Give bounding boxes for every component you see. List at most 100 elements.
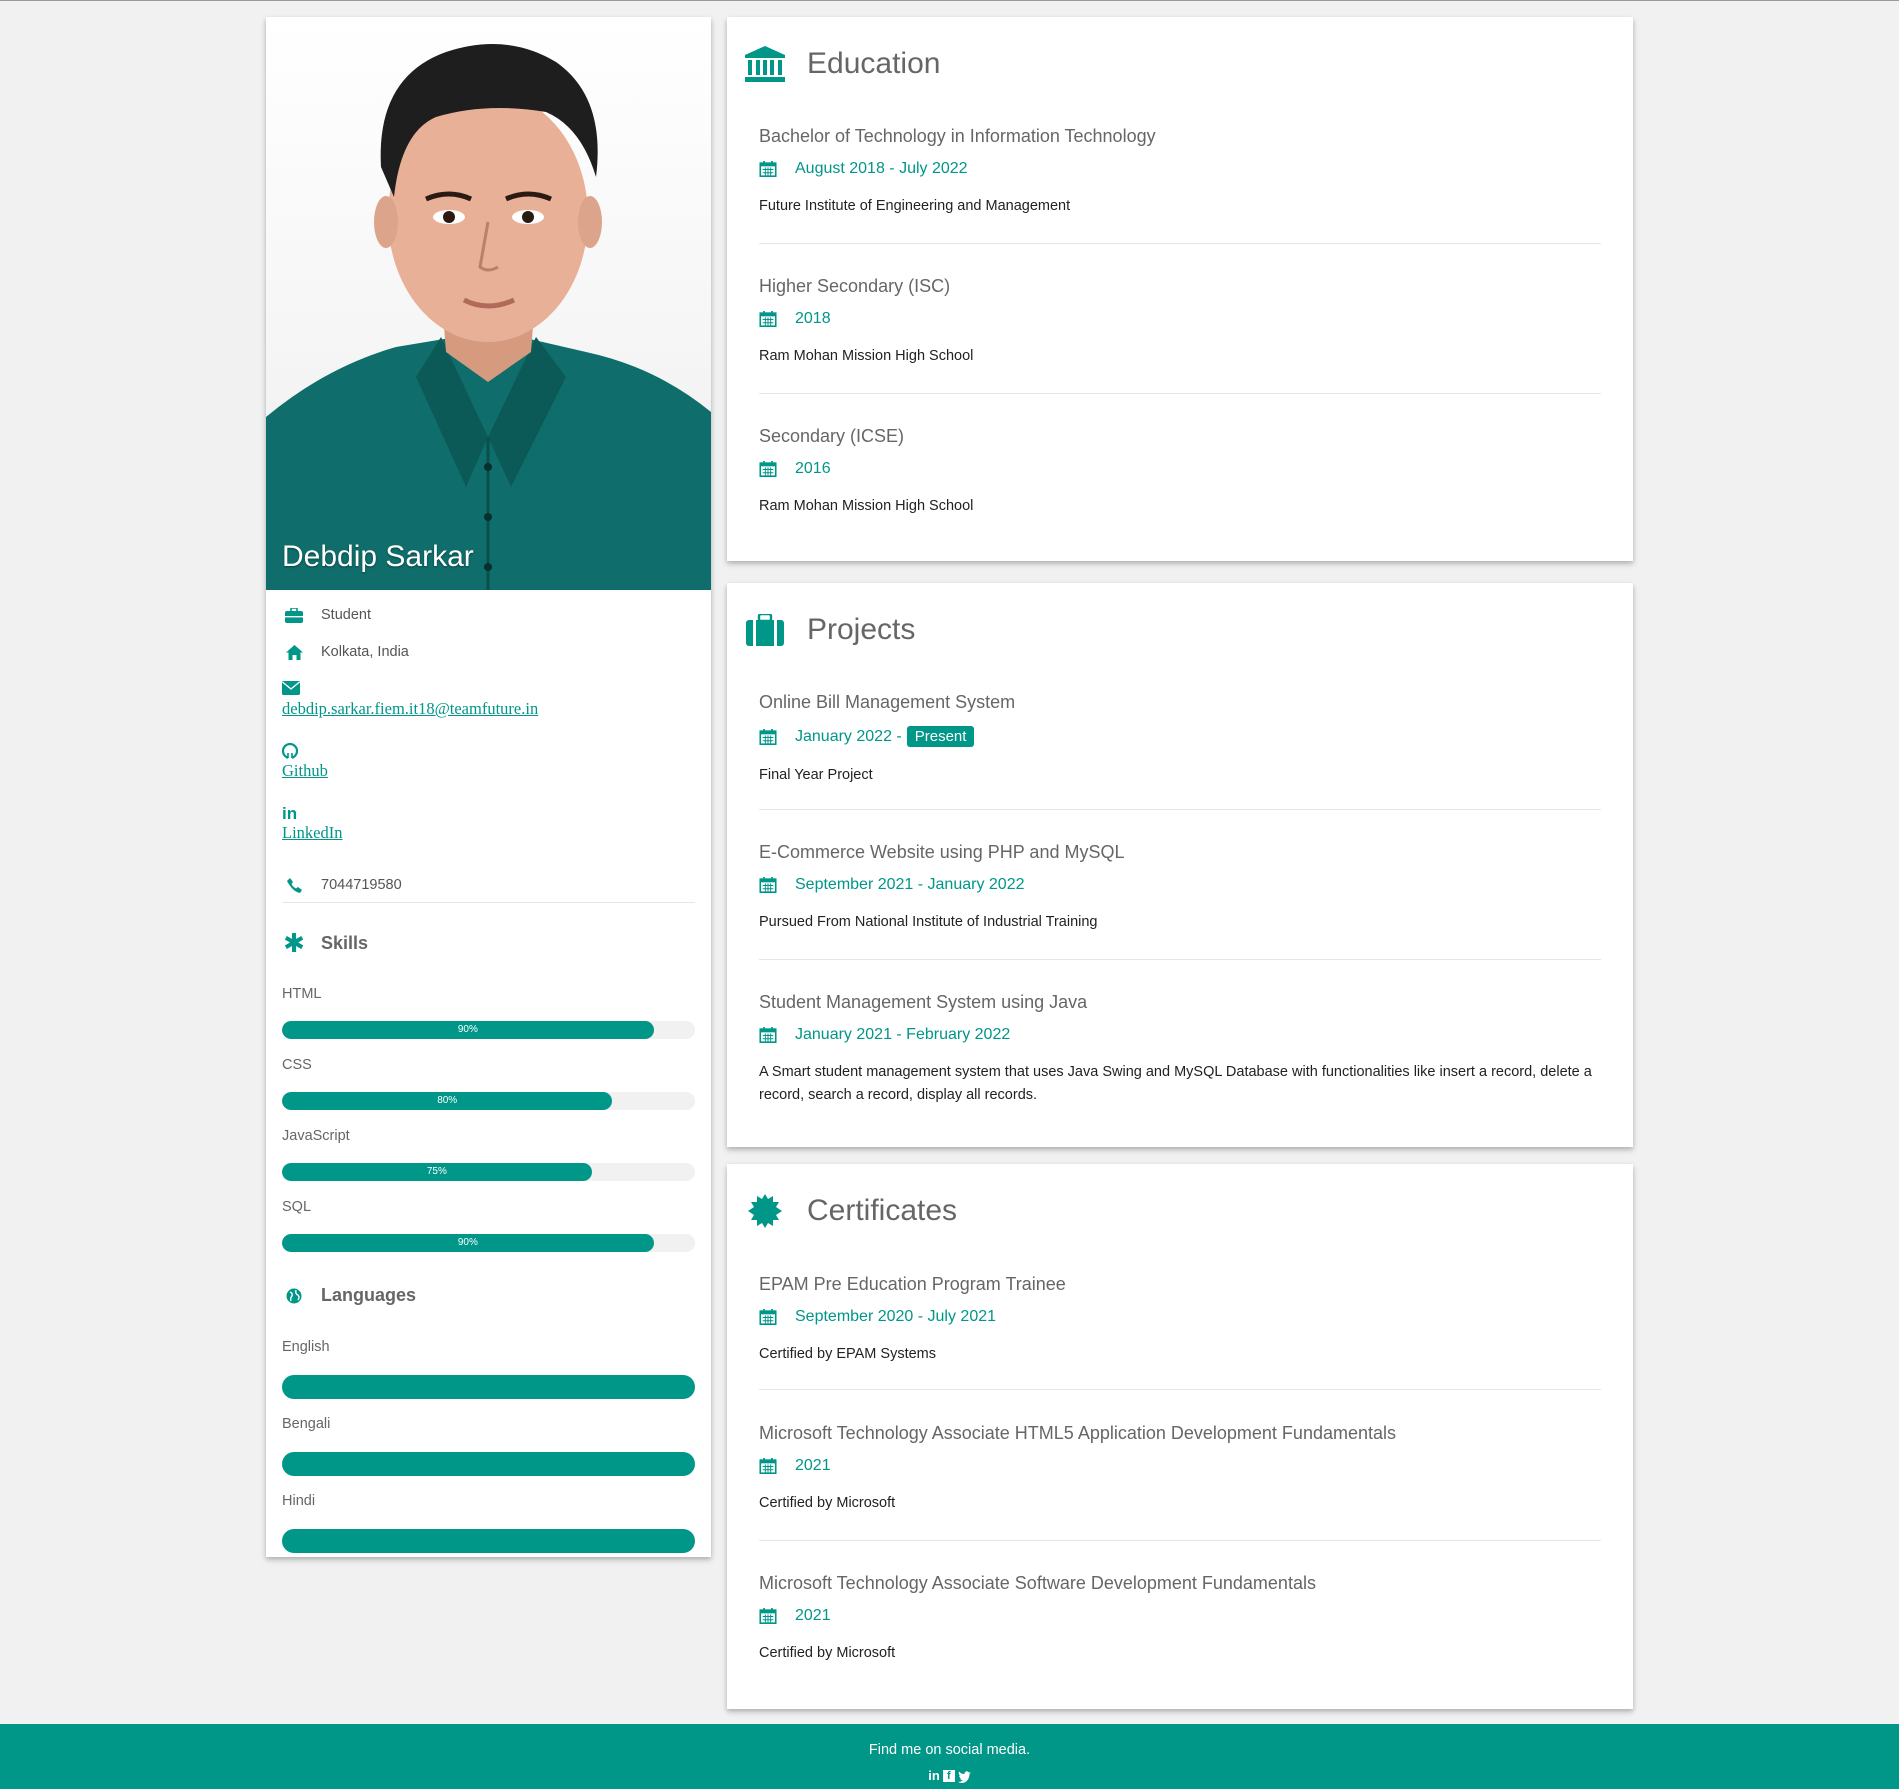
entry-description: Ram Mohan Mission High School (759, 498, 974, 514)
entry-description: Certified by Microsoft (759, 1495, 896, 1511)
entry-date: 2018 (759, 310, 1601, 328)
calendar-icon (759, 461, 777, 477)
entry-date-text: September 2020 - July 2021 (795, 1308, 997, 1325)
github-link[interactable]: Github (282, 761, 328, 781)
entry-description: Pursued From National Institute of Indus… (759, 914, 1098, 930)
email-link[interactable]: debdip.sarkar.fiem.it18@teamfuture.in (282, 699, 538, 719)
entry-separator (759, 1389, 1601, 1390)
entry-description: A Smart student management system that u… (759, 1064, 1592, 1103)
entry-date-text: September 2021 - January 2022 (795, 876, 1025, 893)
language-name: Hindi (282, 1493, 316, 1509)
entry-separator (759, 393, 1601, 394)
linkedin-row: in LinkedIn (282, 805, 342, 843)
skill-bar: 90% (282, 1234, 695, 1252)
entry: Bachelor of Technology in Information Te… (759, 126, 1601, 218)
facebook-icon[interactable]: f (942, 1770, 955, 1782)
globe-icon (282, 1288, 306, 1304)
entry-description: Final Year Project (759, 767, 873, 783)
portrait-illustration (266, 44, 711, 590)
entry-title: Microsoft Technology Associate HTML5 App… (759, 1423, 1396, 1443)
entry-title: Bachelor of Technology in Information Te… (759, 126, 1156, 146)
entry: Microsoft Technology Associate HTML5 App… (759, 1423, 1601, 1515)
entry: EPAM Pre Education Program Trainee Septem… (759, 1274, 1601, 1366)
language-name: English (282, 1339, 330, 1355)
profile-card: Debdip Sarkar Student Kolkata, India deb… (266, 17, 711, 1557)
footer-text: Find me on social media. (868, 1742, 1031, 1758)
skill-name: JavaScript (282, 1128, 350, 1144)
skill-bar-fill: 90% (282, 1021, 654, 1039)
role-row: Student (282, 606, 371, 624)
entry-date: August 2018 - July 2022 (759, 160, 1601, 178)
calendar-icon (759, 1309, 777, 1325)
profile-name: Debdip Sarkar (282, 540, 474, 573)
entry-date-text: 2021 (795, 1607, 831, 1624)
projects-heading: Projects (743, 610, 915, 650)
entry-date-text: January 2022 - (795, 727, 902, 745)
education-heading-text: Education (807, 47, 941, 80)
entry-date-text: 2021 (795, 1457, 831, 1474)
language-bar (282, 1452, 695, 1476)
entry: Online Bill Management System January 202… (759, 692, 1601, 787)
skill-name: CSS (282, 1057, 312, 1073)
skill-name: HTML (282, 986, 322, 1002)
entry-title: E-Commerce Website using PHP and MySQL (759, 842, 1125, 862)
certificates-card: Certificates EPAM Pre Education Program … (727, 1164, 1633, 1709)
entry-title: Microsoft Technology Associate Software … (759, 1573, 1316, 1593)
calendar-icon (759, 728, 777, 745)
skill-bar: 80% (282, 1092, 695, 1110)
skill-bar-fill: 75% (282, 1163, 592, 1181)
linkedin-icon[interactable]: in (928, 1769, 940, 1788)
entry-description: Certified by EPAM Systems (759, 1346, 937, 1362)
briefcase-icon (282, 606, 306, 624)
entry-title: EPAM Pre Education Program Trainee (759, 1274, 1066, 1294)
skill-name: SQL (282, 1199, 312, 1215)
home-icon (282, 643, 306, 661)
entry-description: Certified by Microsoft (759, 1645, 896, 1661)
entry-description: Future Institute of Engineering and Mana… (759, 198, 1071, 214)
calendar-icon (759, 1608, 777, 1624)
present-badge: Present (906, 726, 975, 747)
entry-date: 2021 (759, 1457, 1601, 1475)
entry-separator (759, 809, 1601, 810)
skill-bar: 90% (282, 1021, 695, 1039)
location-text: Kolkata, India (321, 644, 409, 660)
entry: Higher Secondary (ISC) 2018 Ram Mohan Miss… (759, 276, 1601, 368)
entry-separator (759, 1540, 1601, 1541)
skill-bar-fill: 80% (282, 1092, 613, 1110)
language-bar (282, 1375, 695, 1399)
projects-card: Projects Online Bill Management System Ja… (727, 583, 1633, 1147)
certificates-heading: Certificates (743, 1191, 957, 1231)
skills-heading: ✱ Skills (282, 930, 369, 956)
calendar-icon (759, 161, 777, 177)
skills-heading-text: Skills (321, 932, 369, 953)
entry-title: Online Bill Management System (759, 692, 1016, 712)
entry-title: Higher Secondary (ISC) (759, 276, 951, 296)
calendar-icon (759, 311, 777, 327)
education-heading: Education (743, 44, 940, 84)
skill-bar: 75% (282, 1163, 695, 1181)
entry-description: Ram Mohan Mission High School (759, 348, 974, 364)
email-row: debdip.sarkar.fiem.it18@teamfuture.in (282, 681, 538, 719)
envelope-icon (282, 681, 302, 699)
social-links: in f (0, 1769, 1899, 1788)
entry-date: 2021 (759, 1607, 1601, 1625)
education-card: Education Bachelor of Technology in Info… (727, 17, 1633, 561)
twitter-icon[interactable] (957, 1770, 971, 1788)
entry-title: Student Management System using Java (759, 992, 1088, 1012)
language-bar (282, 1529, 695, 1553)
languages-heading-text: Languages (321, 1285, 417, 1305)
institution-icon (743, 44, 787, 84)
language-name: Bengali (282, 1416, 331, 1432)
linkedin-link[interactable]: LinkedIn (282, 823, 342, 843)
entry: Secondary (ICSE) 2016 Ram Mohan Mission Hi… (759, 426, 1601, 518)
entry-date: September 2021 - January 2022 (759, 876, 1601, 894)
calendar-icon (759, 877, 777, 893)
entry-date-text: 2018 (795, 310, 831, 327)
phone-text: 7044719580 (321, 877, 402, 893)
suitcase-icon (743, 610, 787, 650)
entry: Student Management System using Java Janu… (759, 992, 1601, 1107)
calendar-icon (759, 1027, 777, 1043)
role-text: Student (321, 607, 371, 623)
phone-row: 7044719580 (282, 876, 402, 894)
entry: Microsoft Technology Associate Software … (759, 1573, 1601, 1665)
